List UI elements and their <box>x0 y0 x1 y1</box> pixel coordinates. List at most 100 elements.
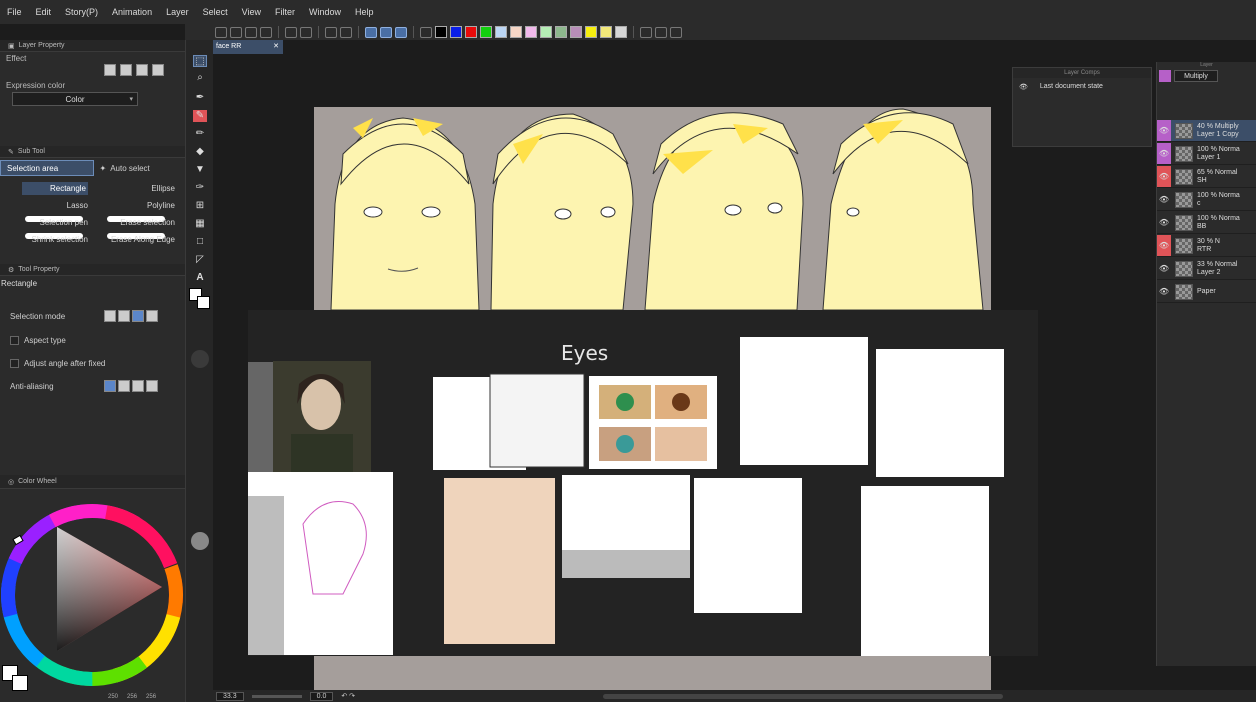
tool-rectangle[interactable]: Rectangle <box>22 182 88 195</box>
tab-auto-select[interactable]: ✦ Auto select <box>94 160 186 176</box>
sub-color-swatch[interactable] <box>12 675 28 691</box>
intersect-selection-icon[interactable] <box>146 310 158 322</box>
pen-tool-icon[interactable]: ✒ <box>193 92 207 104</box>
eraser-tool-icon[interactable]: ◆ <box>193 146 207 158</box>
canvas-area[interactable]: Eyes <box>213 54 1156 690</box>
layer-comps-item[interactable]: 👁 Last document state <box>1013 78 1151 96</box>
stabilize-icon[interactable] <box>365 26 377 38</box>
eye-icon[interactable]: 👁 <box>1157 189 1171 210</box>
eye-icon[interactable]: 👁 <box>1157 143 1171 164</box>
gradient-tool-icon[interactable]: ▦ <box>193 218 207 230</box>
add-selection-icon[interactable] <box>118 310 130 322</box>
menu-window[interactable]: Window <box>302 7 348 17</box>
sub-color-icon[interactable] <box>197 296 210 309</box>
layer-row[interactable]: 👁 40 % Multiply Layer 1 Copy <box>1157 120 1256 142</box>
effect-border-icon[interactable] <box>104 64 116 76</box>
effect-more-icon[interactable] <box>152 64 164 76</box>
color-swatch-1[interactable] <box>450 26 462 38</box>
pencil-tool-icon[interactable]: ✏ <box>193 128 207 140</box>
angle-field[interactable]: 0.0 <box>309 691 334 701</box>
color-swatch-7[interactable] <box>540 26 552 38</box>
color-swatch-9[interactable] <box>570 26 582 38</box>
menu-story[interactable]: Story(P) <box>58 7 105 17</box>
tab-selection-area[interactable]: Selection area <box>0 160 94 176</box>
ruler-tool-icon[interactable]: ⊞ <box>193 200 207 212</box>
adjust-angle-checkbox[interactable] <box>10 358 19 368</box>
menu-select[interactable]: Select <box>196 7 235 17</box>
text-tool-icon[interactable]: A <box>193 272 207 284</box>
rotate-icon[interactable]: ↶ ↷ <box>341 692 355 700</box>
scale-icon[interactable] <box>670 26 682 38</box>
fill-icon[interactable] <box>420 26 432 38</box>
layer-color-swatch[interactable] <box>1159 70 1171 82</box>
menu-layer[interactable]: Layer <box>159 7 196 17</box>
menu-file[interactable]: File <box>0 7 29 17</box>
new-file-icon[interactable] <box>215 26 227 38</box>
aa-weak-icon[interactable] <box>118 380 130 392</box>
brush-size-dot-large[interactable] <box>191 532 209 550</box>
color-swatch-12[interactable] <box>615 26 627 38</box>
snap-icon[interactable] <box>395 26 407 38</box>
layer-row[interactable]: 👁 33 % Normal Layer 2 <box>1157 258 1256 280</box>
color-swatch-5[interactable] <box>510 26 522 38</box>
menu-edit[interactable]: Edit <box>29 7 59 17</box>
layer-row[interactable]: 👁 30 % N RTR <box>1157 235 1256 257</box>
tool-lasso[interactable]: Lasso <box>22 199 88 212</box>
eye-icon[interactable]: 👁 <box>1157 120 1171 141</box>
color-swatch-3[interactable] <box>480 26 492 38</box>
zoom-field[interactable]: 33.3 <box>216 691 244 701</box>
color-swatch-10[interactable] <box>585 26 597 38</box>
frame-tool-icon[interactable]: □ <box>193 236 207 248</box>
new-frame-icon[interactable] <box>230 26 242 38</box>
menu-filter[interactable]: Filter <box>268 7 302 17</box>
balloon-tool-icon[interactable]: ◸ <box>193 254 207 266</box>
eye-icon[interactable]: 👁 <box>1019 83 1028 91</box>
eye-icon[interactable]: 👁 <box>1157 281 1171 302</box>
print-icon[interactable] <box>640 26 652 38</box>
aa-medium-icon[interactable] <box>132 380 144 392</box>
smooth-icon[interactable] <box>380 26 392 38</box>
color-swatch-11[interactable] <box>600 26 612 38</box>
tool-ellipse[interactable]: Ellipse <box>100 182 175 195</box>
effect-color-icon[interactable] <box>120 64 132 76</box>
eye-icon[interactable]: 👁 <box>1157 235 1171 256</box>
fill-tool-icon[interactable]: ▼ <box>193 164 207 176</box>
aspect-type-checkbox[interactable] <box>10 335 19 345</box>
tool-shrink-selection[interactable]: Shrink selection <box>22 233 88 246</box>
color-swatch-4[interactable] <box>495 26 507 38</box>
brush-size-dot[interactable] <box>191 350 209 368</box>
color-swatch-6[interactable] <box>525 26 537 38</box>
tool-polyline[interactable]: Polyline <box>100 199 175 212</box>
document-tab[interactable]: face RR ✕ <box>213 40 283 54</box>
new-selection-icon[interactable] <box>104 310 116 322</box>
blend-mode-dropdown[interactable]: Multiply <box>1174 70 1218 82</box>
layer-row[interactable]: 👁 100 % Norma c <box>1157 189 1256 211</box>
zoom-slider[interactable] <box>251 694 302 698</box>
eye-icon[interactable]: 👁 <box>1157 166 1171 187</box>
tool-erase-along-edge[interactable]: Erase Along Edge <box>100 233 175 246</box>
layer-row[interactable]: 👁 100 % Norma BB <box>1157 212 1256 234</box>
play-icon[interactable] <box>285 26 297 38</box>
aa-strong-icon[interactable] <box>146 380 158 392</box>
menu-animation[interactable]: Animation <box>105 7 159 17</box>
expression-color-dropdown[interactable]: Color ▾ <box>12 92 138 106</box>
redo-icon[interactable] <box>340 26 352 38</box>
horizontal-scrollbar[interactable] <box>603 693 1004 699</box>
undo-icon[interactable] <box>325 26 337 38</box>
brush-tool-icon[interactable]: ✎ <box>193 110 207 122</box>
close-icon[interactable]: ✕ <box>273 40 279 54</box>
layer-row[interactable]: 👁 65 % Normal SH <box>1157 166 1256 188</box>
save-icon[interactable] <box>260 26 272 38</box>
layer-row[interactable]: 👁 Paper <box>1157 281 1256 303</box>
menu-view[interactable]: View <box>235 7 268 17</box>
eyedropper-tool-icon[interactable]: ✑ <box>193 182 207 194</box>
selection-tool-icon[interactable]: ⬚ <box>193 55 207 67</box>
open-folder-icon[interactable] <box>245 26 257 38</box>
subtract-selection-icon[interactable] <box>132 310 144 322</box>
aa-none-icon[interactable] <box>104 380 116 392</box>
eye-icon[interactable]: 👁 <box>1157 258 1171 279</box>
tool-selection-pen[interactable]: Selection pen <box>22 216 88 229</box>
color-swatch-8[interactable] <box>555 26 567 38</box>
menu-help[interactable]: Help <box>348 7 381 17</box>
tool-erase-selection[interactable]: Erase selection <box>100 216 175 229</box>
